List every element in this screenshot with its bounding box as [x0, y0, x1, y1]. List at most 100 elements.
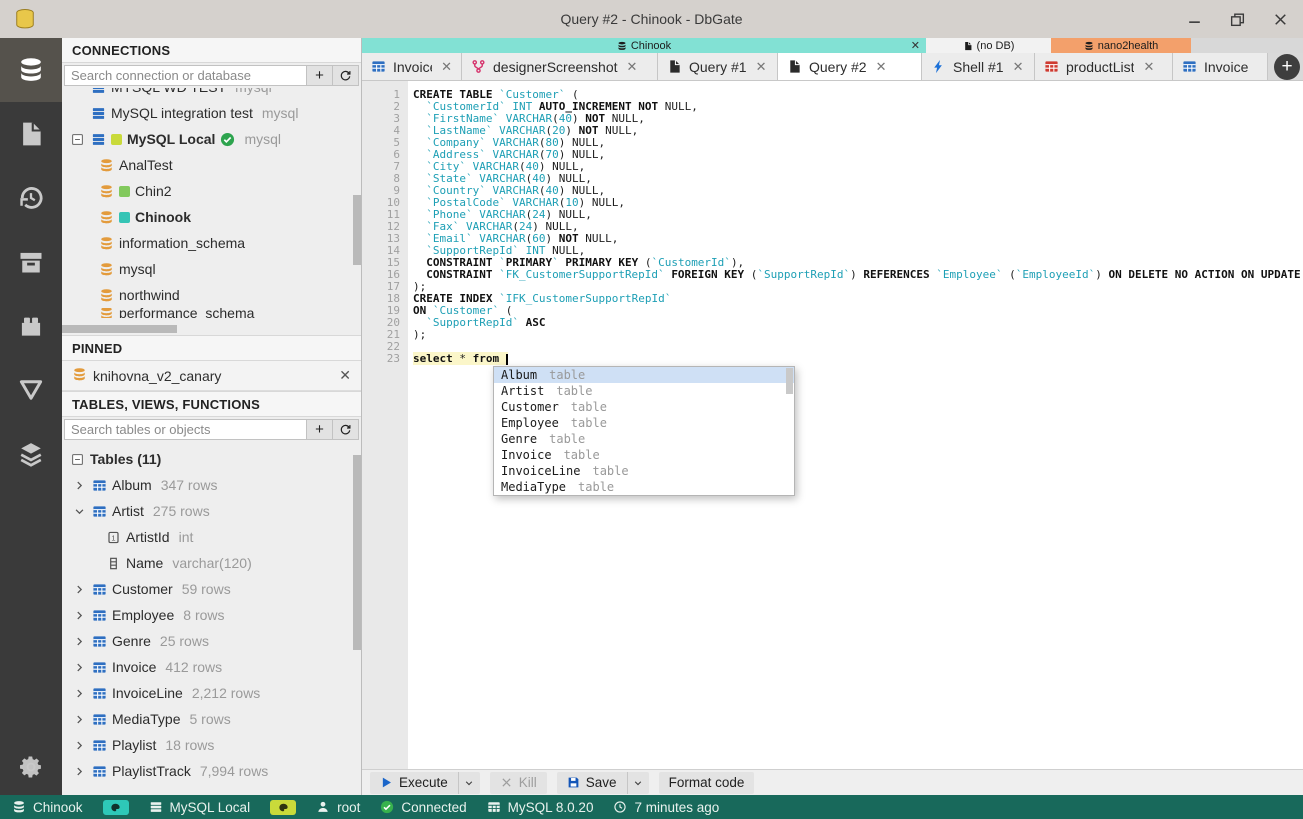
autocomplete-scrollbar[interactable] — [786, 368, 793, 394]
connections-hscrollbar[interactable] — [62, 325, 177, 333]
table-item[interactable]: Genre 25 rows — [62, 628, 361, 654]
code-line[interactable]: select * from — [408, 352, 508, 365]
autocomplete-item[interactable]: InvoiceLine table — [494, 463, 794, 479]
autocomplete-item[interactable]: Album table — [494, 367, 794, 383]
connection-item[interactable]: MySQL integration test mysql — [62, 100, 361, 126]
chevron-right-icon[interactable] — [72, 610, 86, 621]
tab-designerscreenshot[interactable]: designerScreenshot ✕ — [462, 53, 658, 80]
connection-item[interactable]: Chinook — [62, 204, 361, 230]
table-item[interactable]: Playlist 18 rows — [62, 732, 361, 758]
add-table-button[interactable]: + — [307, 419, 333, 440]
rail-database-icon[interactable] — [0, 38, 62, 102]
collapse-icon[interactable] — [70, 132, 85, 147]
tables-group[interactable]: Tables (11) — [62, 446, 361, 472]
minimize-button[interactable] — [1186, 11, 1203, 28]
close-tab-icon[interactable]: ✕ — [441, 59, 452, 75]
close-tab-icon[interactable]: ✕ — [627, 59, 638, 75]
tab-group-nano2health[interactable]: nano2health — [1051, 38, 1191, 53]
refresh-tables-button[interactable] — [333, 419, 359, 440]
tab-productlist[interactable]: productList ✕ — [1035, 53, 1173, 80]
table-search-input[interactable] — [64, 419, 307, 440]
table-item[interactable]: InvoiceLine 2,212 rows — [62, 680, 361, 706]
tab-query2[interactable]: Query #2 ✕ — [778, 53, 922, 80]
chevron-right-icon[interactable] — [72, 688, 86, 699]
tables-tree: Tables (11) Album 347 rows Artist 275 ro… — [62, 442, 361, 795]
unpin-close-icon[interactable]: ✕ — [339, 367, 351, 384]
pinned-item[interactable]: knihovna_v2_canary ✕ — [62, 361, 361, 391]
connection-item[interactable]: information_schema — [62, 230, 361, 256]
connection-item[interactable]: AnalTest — [62, 152, 361, 178]
chevron-right-icon[interactable] — [72, 584, 86, 595]
rail-files-icon[interactable] — [0, 102, 62, 166]
restore-button[interactable] — [1229, 11, 1246, 28]
rail-archive-icon[interactable] — [0, 230, 62, 294]
close-tab-icon[interactable]: ✕ — [876, 59, 887, 75]
table-item[interactable]: Customer 59 rows — [62, 576, 361, 602]
autocomplete-item[interactable]: Invoice table — [494, 447, 794, 463]
rail-settings-icon[interactable] — [0, 739, 62, 795]
dbgate-logo-icon — [16, 9, 34, 29]
chevron-right-icon[interactable] — [72, 636, 86, 647]
chevron-right-icon[interactable] — [72, 662, 86, 673]
column-item[interactable]: 1 ArtistId int — [62, 524, 361, 550]
tab-query1[interactable]: Query #1 ✕ — [658, 53, 778, 80]
save-dropdown[interactable] — [626, 771, 649, 794]
code-line[interactable]: ); — [408, 329, 426, 341]
rail-plugins-icon[interactable] — [0, 294, 62, 358]
new-tab-button[interactable]: + — [1274, 54, 1300, 80]
autocomplete-item[interactable]: Genre table — [494, 431, 794, 447]
autocomplete-item[interactable]: MediaType table — [494, 479, 794, 495]
tab-invoice[interactable]: Invoice ✕ — [362, 53, 462, 80]
connection-item[interactable]: northwind — [62, 282, 361, 308]
column-item[interactable]: Name varchar(120) — [62, 550, 361, 576]
connection-item[interactable]: MYSQL WD TESTmysql — [62, 88, 361, 100]
collapse-icon[interactable] — [70, 452, 85, 467]
close-tab-icon[interactable]: ✕ — [1013, 59, 1024, 75]
autocomplete-item[interactable]: Employee table — [494, 415, 794, 431]
close-group-icon[interactable]: ✕ — [911, 39, 920, 52]
code-line[interactable]: CONSTRAINT `FK_CustomerSupportRepId` FOR… — [408, 269, 1303, 281]
autocomplete-item[interactable]: Artist table — [494, 383, 794, 399]
close-button[interactable] — [1272, 11, 1289, 28]
table-item[interactable]: Album 347 rows — [62, 472, 361, 498]
tab-group-nodb[interactable]: (no DB) — [926, 38, 1051, 53]
tables-scrollbar[interactable] — [353, 455, 361, 650]
table-item[interactable]: Invoice 412 rows — [62, 654, 361, 680]
connections-scrollbar[interactable] — [353, 195, 361, 265]
server-icon — [90, 131, 106, 147]
tab-group-chinook[interactable]: Chinook ✕ — [362, 38, 926, 53]
chevron-right-icon[interactable] — [72, 766, 86, 777]
table-item[interactable]: Artist 275 rows — [62, 498, 361, 524]
connection-item[interactable]: performance_schema — [62, 308, 361, 318]
table-item[interactable]: Employee 8 rows — [62, 602, 361, 628]
svg-text:1: 1 — [111, 533, 115, 542]
tab-invoice[interactable]: Invoice — [1173, 53, 1268, 80]
connection-item[interactable]: MySQL Local mysql — [62, 126, 361, 152]
execute-button[interactable]: Execute — [370, 771, 480, 794]
rail-layers-icon[interactable] — [0, 422, 62, 486]
statusbar-connection-status: Connected — [380, 800, 467, 815]
refresh-connections-button[interactable] — [333, 65, 359, 86]
execute-dropdown[interactable] — [457, 771, 480, 794]
table-item[interactable]: MediaType 5 rows — [62, 706, 361, 732]
rail-history-icon[interactable] — [0, 166, 62, 230]
chevron-right-icon[interactable] — [72, 480, 86, 491]
close-tab-icon[interactable]: ✕ — [1143, 59, 1154, 75]
save-button[interactable]: Save — [556, 771, 649, 794]
connection-item[interactable]: mysql — [62, 256, 361, 282]
tab-shell1[interactable]: Shell #1 ✕ — [922, 53, 1035, 80]
db-icon — [98, 235, 114, 251]
connection-item[interactable]: Chin2 — [62, 178, 361, 204]
chevron-down-icon[interactable] — [72, 506, 86, 517]
statusbar-version: MySQL 8.0.20 — [487, 800, 593, 815]
rail-cell-data-icon[interactable] — [0, 358, 62, 422]
chevron-right-icon[interactable] — [72, 740, 86, 751]
chevron-right-icon[interactable] — [72, 714, 86, 725]
connection-search-input[interactable] — [64, 65, 307, 86]
autocomplete-item[interactable]: Customer table — [494, 399, 794, 415]
add-connection-button[interactable]: + — [307, 65, 333, 86]
close-tab-icon[interactable]: ✕ — [756, 59, 767, 75]
table-item[interactable]: PlaylistTrack 7,994 rows — [62, 758, 361, 784]
code-line[interactable]: `SupportRepId` ASC — [408, 317, 545, 329]
format-code-button[interactable]: Format code — [658, 771, 755, 794]
